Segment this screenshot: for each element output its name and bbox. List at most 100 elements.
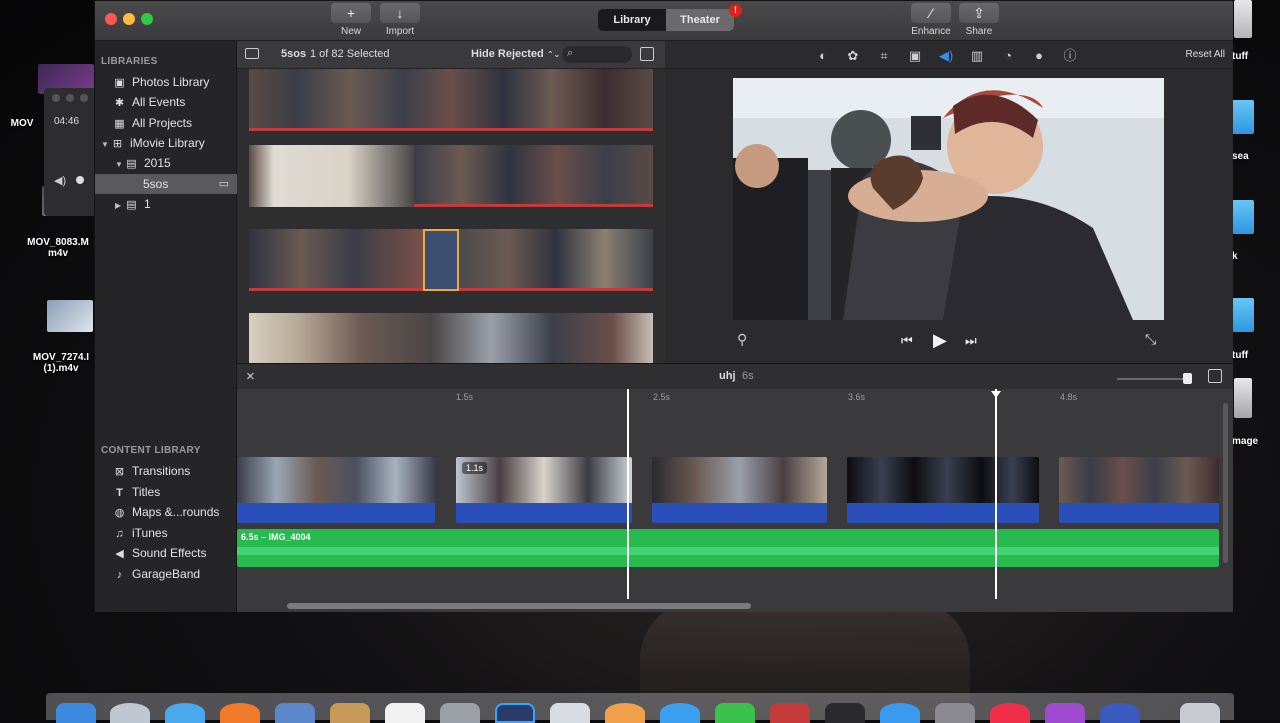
imovie-icon[interactable] xyxy=(825,703,865,723)
timeline-scrollbar[interactable] xyxy=(287,603,751,609)
zoom-slider-knob[interactable] xyxy=(1183,373,1192,384)
timeline-clip[interactable] xyxy=(1059,457,1219,523)
drive-icon[interactable] xyxy=(1234,0,1252,38)
content-item-titles[interactable]: T Titles xyxy=(95,482,237,502)
content-item-transitions[interactable]: ⊠ Transitions xyxy=(95,461,237,481)
skimmer-line[interactable] xyxy=(627,389,629,599)
image-capture-icon[interactable] xyxy=(440,703,480,723)
selected-clip-thumbnail[interactable] xyxy=(423,229,459,291)
filmstrip-row[interactable] xyxy=(249,145,653,207)
disclosure-open-icon[interactable]: ▼ xyxy=(115,155,125,175)
theater-tab[interactable]: Theater ! xyxy=(666,4,742,31)
sidebar-item-1[interactable]: ▶ ▤ 1 xyxy=(95,194,237,214)
safari-icon[interactable] xyxy=(165,703,205,723)
desktop-file-label[interactable]: tuff xyxy=(1232,51,1248,62)
facetime-icon[interactable] xyxy=(715,703,755,723)
color-balance-icon[interactable]: ◐ xyxy=(815,48,831,64)
folder-icon[interactable] xyxy=(1232,298,1254,332)
contacts-icon[interactable] xyxy=(330,703,370,723)
filmstrip-row[interactable] xyxy=(249,229,653,291)
timeline-clip-selected[interactable]: 1.1s xyxy=(456,457,632,523)
photoshop-icon[interactable] xyxy=(495,703,535,723)
app-store-icon[interactable] xyxy=(880,703,920,723)
search-input[interactable]: ⌕ xyxy=(562,46,632,63)
photo-booth-icon[interactable] xyxy=(770,703,810,723)
volume-slider-knob[interactable] xyxy=(76,176,84,184)
volume-icon[interactable]: ◀) xyxy=(938,48,954,64)
sidebar-item-5sos[interactable]: 5sos ▭ xyxy=(95,174,237,194)
folder-icon[interactable] xyxy=(1232,100,1254,134)
window-controls[interactable] xyxy=(52,94,88,102)
import-button[interactable]: ↓ Import xyxy=(379,3,421,37)
preview-icon[interactable] xyxy=(275,703,315,723)
launchpad-icon[interactable] xyxy=(110,703,150,723)
sidebar-item-all-events[interactable]: ✱ All Events xyxy=(95,92,237,112)
enhance-button[interactable]: ⁄ Enhance xyxy=(907,3,955,37)
content-item-itunes[interactable]: ♫ iTunes xyxy=(95,523,237,543)
desktop-file-label[interactable]: MOV xyxy=(0,118,44,129)
sidebar-item-photos-library[interactable]: ▣ Photos Library xyxy=(95,72,237,92)
calendar-icon[interactable] xyxy=(385,703,425,723)
photos-app-icon[interactable] xyxy=(605,703,645,723)
desktop-file-label[interactable]: tuff xyxy=(1232,350,1248,361)
fullscreen-icon[interactable]: ⤡ xyxy=(1145,331,1156,348)
video-preview[interactable] xyxy=(733,78,1164,320)
audio-clip[interactable]: 6.5s – IMG_4004 xyxy=(237,529,1219,567)
reset-all-button[interactable]: Reset All xyxy=(1186,49,1225,60)
zoom-window-button[interactable] xyxy=(141,13,153,25)
new-button[interactable]: + New xyxy=(330,3,372,37)
notes-icon[interactable] xyxy=(550,703,590,723)
sidebar-item-2015[interactable]: ▼ ▤ 2015 xyxy=(95,153,237,173)
clip-thumbnail[interactable] xyxy=(459,229,653,291)
color-correction-icon[interactable]: ✿ xyxy=(845,48,861,64)
firefox-icon[interactable] xyxy=(220,703,260,723)
disk-image-icon[interactable] xyxy=(1234,378,1252,418)
timeline-vertical-scrollbar[interactable] xyxy=(1223,403,1228,563)
filmstrip-row[interactable] xyxy=(249,69,653,131)
sidebar-toggle-icon[interactable] xyxy=(245,48,259,59)
clip-thumbnail[interactable] xyxy=(249,145,414,207)
close-project-icon[interactable]: × xyxy=(246,368,255,385)
play-icon[interactable]: ▶ xyxy=(933,330,947,351)
equalizer-icon[interactable]: ▥ xyxy=(969,48,985,64)
volume-icon[interactable]: ◀) xyxy=(54,174,66,187)
close-window-button[interactable] xyxy=(105,13,117,25)
info-icon[interactable]: ⓘ xyxy=(1062,48,1078,64)
filmstrip-row[interactable] xyxy=(249,313,653,363)
clip-filter-dropdown[interactable]: Hide Rejected ⌃⌄ xyxy=(471,48,560,60)
folder-icon[interactable] xyxy=(1232,200,1254,234)
share-button[interactable]: ⇪ Share xyxy=(957,3,1001,37)
crop-icon[interactable]: ⌗ xyxy=(876,48,892,64)
timeline-clip[interactable] xyxy=(652,457,827,523)
minimize-window-button[interactable] xyxy=(123,13,135,25)
clip-filter-icon[interactable]: ● xyxy=(1031,48,1047,64)
speed-icon[interactable]: ◔ xyxy=(1000,48,1016,64)
timeline-settings-icon[interactable] xyxy=(1208,369,1222,383)
timeline-clip[interactable] xyxy=(847,457,1039,523)
timeline-clip[interactable] xyxy=(237,457,435,523)
desktop-file-label[interactable]: sea xyxy=(1232,151,1249,162)
voiceover-microphone-icon[interactable]: ⚲ xyxy=(737,331,747,348)
quicktime-mini-window[interactable]: 04:46 ◀) xyxy=(44,88,96,216)
clip-thumbnail[interactable] xyxy=(249,69,653,131)
finder-icon[interactable] xyxy=(56,703,96,723)
content-item-maps-backgrounds[interactable]: ◍ Maps &...rounds xyxy=(95,502,237,522)
skip-back-icon[interactable]: ⏮ xyxy=(901,333,913,349)
zoom-slider-track[interactable] xyxy=(1117,378,1187,380)
desktop-file-label[interactable]: mage xyxy=(1232,436,1258,447)
clip-thumbnail[interactable] xyxy=(414,145,653,207)
clip-thumbnail[interactable] xyxy=(249,313,653,363)
desktop-file-label[interactable]: MOV_8083.M m4v xyxy=(20,237,96,259)
timeline[interactable]: 1.5s 2.5s 3.6s 4.8s 1.1s 6.5s – IMG_4004 xyxy=(237,389,1233,612)
desktop-file-thumbnail[interactable] xyxy=(47,300,93,332)
system-preferences-icon[interactable] xyxy=(935,703,975,723)
library-tab[interactable]: Library xyxy=(598,9,666,31)
clip-thumbnail[interactable] xyxy=(249,229,423,291)
sidebar-item-imovie-library[interactable]: ▼ ⊞ iMovie Library xyxy=(95,133,237,153)
sidebar-item-all-projects[interactable]: ▦ All Projects xyxy=(95,113,237,133)
desktop-file-label[interactable]: MOV_7274.I (1).m4v xyxy=(26,352,96,374)
itunes-icon[interactable] xyxy=(990,703,1030,723)
playhead[interactable] xyxy=(995,389,997,599)
disclosure-open-icon[interactable]: ▼ xyxy=(101,135,111,155)
disclosure-closed-icon[interactable]: ▶ xyxy=(115,196,125,216)
